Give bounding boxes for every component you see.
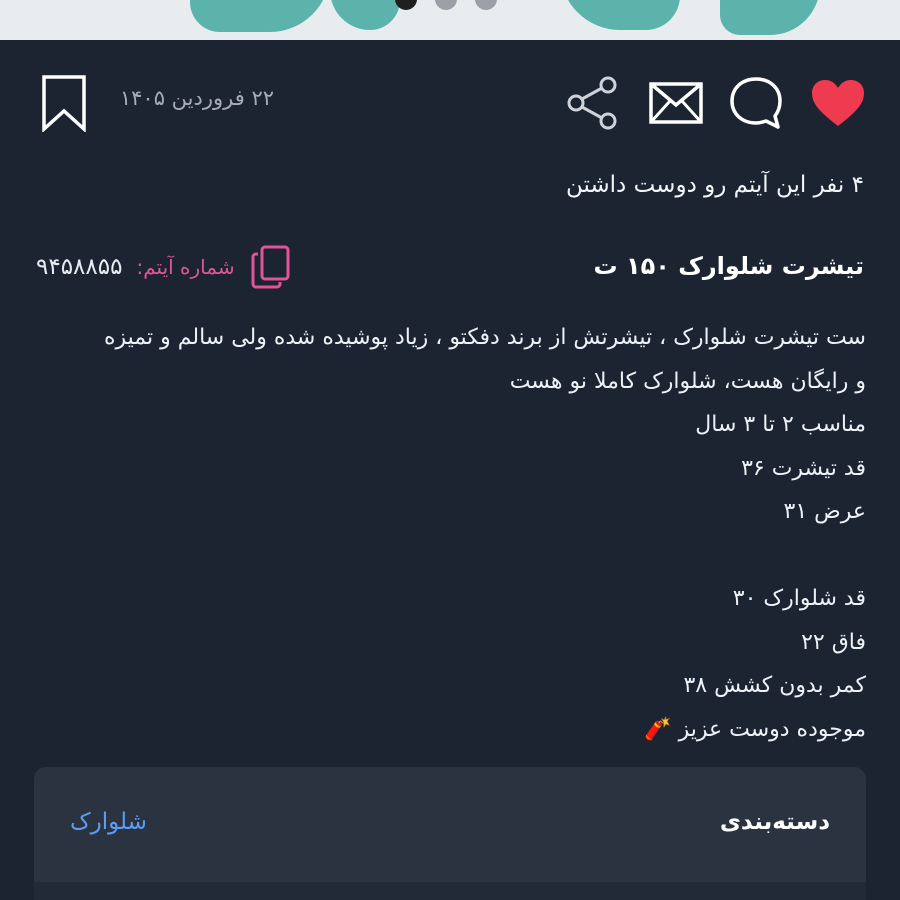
post-date: ۲۲ فروردین ۱۴۰۵ bbox=[119, 86, 274, 110]
chat-icon[interactable] bbox=[726, 70, 786, 136]
item-number-label: شماره آیتم: bbox=[136, 255, 235, 279]
product-photo[interactable] bbox=[0, 0, 900, 40]
item-number-value: ۹۴۵۸۸۵۵ bbox=[36, 254, 123, 280]
description-line: کمر بدون کشش ۳۸ bbox=[683, 673, 866, 698]
carousel-dot[interactable] bbox=[395, 0, 417, 10]
category-link[interactable]: شلوارک bbox=[70, 809, 147, 835]
heart-icon[interactable] bbox=[808, 70, 868, 136]
item-description: ست تیشرت شلوارک ، تیشرتش از برند دفکتو ،… bbox=[30, 316, 866, 751]
description-line bbox=[30, 534, 866, 578]
category-card: دسته‌بندی شلوارک bbox=[34, 767, 866, 882]
description-line: قد شلوارک ۳۰ bbox=[732, 586, 866, 611]
description-line: و رایگان هست، شلوارک کاملا نو هست bbox=[509, 368, 866, 394]
description-line: قد تیشرت ۳۶ bbox=[741, 455, 866, 481]
description-line: ست تیشرت شلوارک ، تیشرتش از برند دفکتو ،… bbox=[103, 325, 866, 350]
description-line: مناسب ۲ تا ۳ سال bbox=[695, 412, 866, 437]
bookmark-icon[interactable] bbox=[34, 70, 94, 136]
carousel-dots bbox=[395, 0, 497, 10]
carousel-dot[interactable] bbox=[435, 0, 457, 10]
carousel-dot[interactable] bbox=[475, 0, 497, 10]
copy-icon[interactable] bbox=[249, 244, 293, 290]
description-line: فاق ۲۲ bbox=[801, 629, 866, 655]
description-line: عرض ۳۱ bbox=[783, 499, 867, 524]
category-label: دسته‌بندی bbox=[719, 809, 830, 835]
share-icon[interactable] bbox=[562, 70, 622, 136]
mail-icon[interactable] bbox=[646, 70, 706, 136]
description-line: موجوده دوست عزیز 🧨 bbox=[644, 716, 866, 742]
card-divider bbox=[34, 882, 866, 900]
likes-count: ۴ نفر این آیتم رو دوست داشتن bbox=[565, 172, 864, 198]
item-number-row[interactable]: ۹۴۵۸۸۵۵ شماره آیتم: bbox=[36, 244, 293, 290]
item-title: تیشرت شلوارک ۱۵۰ ت bbox=[593, 252, 865, 280]
